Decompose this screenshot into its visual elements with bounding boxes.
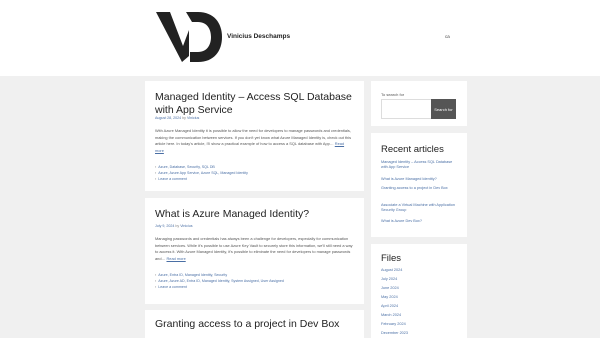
post-author-label: by: [175, 224, 180, 228]
archive-link[interactable]: July 2024: [381, 277, 459, 282]
folder-icon: ▪: [155, 273, 157, 277]
post-excerpt: Managing passwords and credentials has a…: [155, 236, 353, 262]
tag-icon: ▪: [155, 279, 157, 283]
archive-link[interactable]: April 2024: [381, 304, 459, 309]
tags-list[interactable]: Azure, Azure App Service, Azure SQL, Man…: [158, 171, 248, 175]
archive-link[interactable]: December 2023: [381, 331, 459, 336]
categories-list[interactable]: Azure, Entra ID, Managed Identity, Secur…: [158, 273, 227, 277]
categories-list[interactable]: Azure, Database, Security, SQL DB: [158, 165, 215, 169]
site-header: Vinicius Deschamps ca: [0, 0, 600, 76]
archive-link[interactable]: May 2024: [381, 295, 459, 300]
tags-list[interactable]: Azure, Azure AD, Entra ID, Managed Ident…: [158, 279, 284, 283]
post-title[interactable]: Granting access to a project in Dev Box: [155, 318, 355, 331]
recent-articles-widget: Recent articles Managed Identity – Acces…: [371, 133, 467, 237]
tag-icon: ▪: [155, 171, 157, 175]
read-more-link[interactable]: Read more: [166, 256, 185, 261]
recent-article-link[interactable]: What is Azure Managed Identity?: [381, 177, 459, 182]
search-label: To search for: [381, 92, 405, 97]
post-card: What is Azure Managed Identity? July 9, …: [145, 198, 364, 304]
search-button[interactable]: Search for: [431, 99, 456, 119]
post-tags: ▪ Azure, Azure App Service, Azure SQL, Ma…: [155, 171, 248, 176]
post-card: Managed Identity – Access SQL Database w…: [145, 81, 364, 191]
archive-link[interactable]: August 2024: [381, 268, 459, 273]
language-switcher[interactable]: ca: [445, 34, 450, 39]
comment-link[interactable]: Leave a comment: [158, 285, 187, 289]
post-author-label: by: [182, 116, 186, 120]
post-comments: ▪ Leave a comment: [155, 177, 187, 182]
post-author[interactable]: Vinicius: [187, 116, 199, 120]
post-categories: ▪ Azure, Database, Security, SQL DB: [155, 165, 215, 170]
comment-icon: ▪: [155, 177, 157, 181]
files-widget: Files August 2024 July 2024 June 2024 Ma…: [371, 244, 467, 338]
search-input[interactable]: [381, 99, 433, 119]
post-excerpt: With Azure Managed Identity it is possib…: [155, 128, 353, 154]
comment-icon: ▪: [155, 285, 157, 289]
post-author[interactable]: Vinicius: [180, 224, 192, 228]
post-excerpt-text: With Azure Managed Identity it is possib…: [155, 128, 352, 147]
post-categories: ▪ Azure, Entra ID, Managed Identity, Secu…: [155, 273, 227, 278]
post-meta: July 9, 2024 by Vinicius: [155, 224, 193, 228]
recent-article-link[interactable]: Managed Identity – Access SQL Database w…: [381, 160, 459, 170]
recent-article-link[interactable]: What is Azure Dev Box?: [381, 219, 459, 224]
comment-link[interactable]: Leave a comment: [158, 177, 187, 181]
archive-link[interactable]: March 2024: [381, 313, 459, 318]
archive-link[interactable]: June 2024: [381, 286, 459, 291]
post-meta: August 28, 2024 by Vinicius: [155, 116, 199, 120]
post-title[interactable]: Managed Identity – Access SQL Database w…: [155, 91, 355, 117]
search-widget: To search for Search for: [371, 81, 467, 126]
post-date[interactable]: July 9, 2024: [155, 224, 174, 228]
files-title: Files: [381, 253, 402, 264]
recent-articles-title: Recent articles: [381, 144, 444, 155]
post-title[interactable]: What is Azure Managed Identity?: [155, 208, 355, 221]
post-comments: ▪ Leave a comment: [155, 285, 187, 290]
site-title[interactable]: Vinicius Deschamps: [227, 33, 290, 40]
post-date[interactable]: August 28, 2024: [155, 116, 181, 120]
archive-link[interactable]: February 2024: [381, 322, 459, 327]
recent-article-link[interactable]: Associate a Virtual Machine with Applica…: [381, 203, 459, 213]
post-tags: ▪ Azure, Azure AD, Entra ID, Managed Iden…: [155, 279, 284, 284]
site-logo-icon[interactable]: [156, 12, 222, 62]
folder-icon: ▪: [155, 165, 157, 169]
recent-article-link[interactable]: Granting access to a project in Dev Box: [381, 186, 459, 191]
post-card: Granting access to a project in Dev Box: [145, 310, 364, 338]
